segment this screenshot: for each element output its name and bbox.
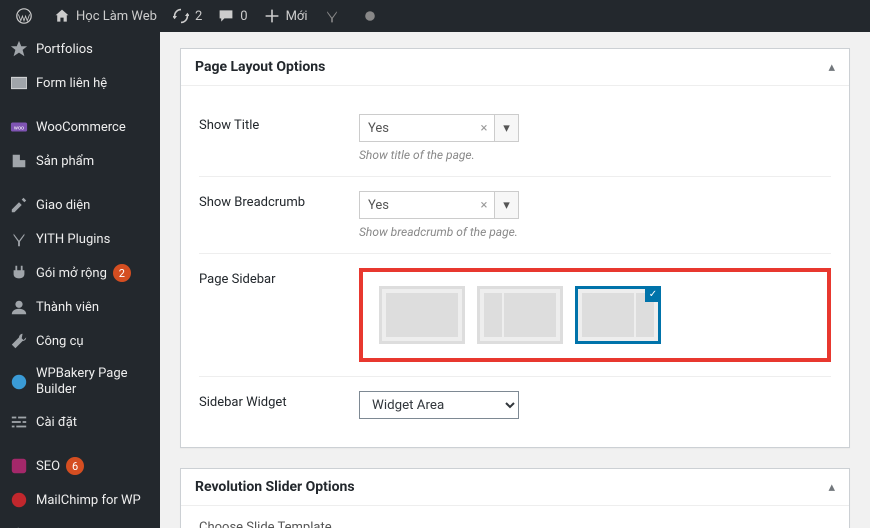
wpb-icon [10,373,28,391]
tools-icon [10,332,28,350]
check-icon: ✓ [645,286,661,302]
clear-icon[interactable]: × [474,115,494,141]
sidebar-item-plugins[interactable]: Gói mở rộng2 [0,256,160,290]
panel-title: Page Layout Options [195,59,325,75]
yoast-icon[interactable] [316,0,354,32]
field-label: Page Sidebar [199,268,359,287]
updates[interactable]: 2 [165,0,210,32]
layout-left-sidebar[interactable] [477,286,563,344]
sidebar-item-woo[interactable]: wooWooCommerce [0,110,160,144]
sidebar-item-settings[interactable]: Cài đặt [0,405,160,439]
comments[interactable]: 0 [210,0,255,32]
sidebar-item-seo[interactable]: SEO6 [0,449,160,483]
woo-icon: woo [10,118,28,136]
settings-icon [10,413,28,431]
field-label: Choose Slide Template [199,520,831,528]
appearance-icon [10,196,28,214]
sidebar-item-portfolios[interactable]: Portfolios [0,32,160,66]
layout-options-highlight: ✓ [359,268,831,362]
svg-text:woo: woo [14,126,24,132]
new[interactable]: Mới [256,0,316,32]
show-breadcrumb-select[interactable]: Yes × ▾ [359,191,519,219]
field-desc: Show breadcrumb of the page. [359,225,831,239]
sidebar-item-appearance[interactable]: Giao diện [0,188,160,222]
chevron-down-icon: ▾ [494,192,518,218]
sidebar-item-yith[interactable]: YITH Plugins [0,222,160,256]
panel-title: Revolution Slider Options [195,479,355,495]
panel-revolution-slider: Revolution Slider Options ▴ Choose Slide… [180,468,850,528]
layout-right-sidebar[interactable]: ✓ [575,286,661,344]
panel-header[interactable]: Revolution Slider Options ▴ [181,469,849,506]
yith-icon [10,230,28,248]
product-icon [10,152,28,170]
circle-icon[interactable] [354,0,392,32]
sidebar-item-tools[interactable]: Công cụ [0,324,160,358]
panel-header[interactable]: Page Layout Options ▴ [181,49,849,86]
field-label: Show Breadcrumb [199,191,359,210]
users-icon [10,298,28,316]
site-name[interactable]: Học Làm Web [46,0,165,32]
show-title-select[interactable]: Yes × ▾ [359,114,519,142]
sidebar-widget-select[interactable]: Widget Area [359,391,519,419]
chevron-down-icon: ▾ [494,115,518,141]
mc-icon [10,491,28,509]
sidebar-item-wpbakery[interactable]: WPBakery Page Builder [0,358,160,405]
collapse-icon: ▴ [828,60,835,75]
plugin-icon [10,264,28,282]
sidebar-item-users[interactable]: Thành viên [0,290,160,324]
clear-icon[interactable]: × [474,192,494,218]
wp-logo[interactable] [8,0,46,32]
star-icon [10,40,28,58]
panel-page-layout: Page Layout Options ▴ Show Title Yes × ▾… [180,48,850,448]
field-label: Sidebar Widget [199,391,359,410]
sidebar-item-slider[interactable]: Slider Revolution [0,517,160,528]
seo-icon [10,457,28,475]
sidebar-item-products[interactable]: Sản phẩm [0,144,160,178]
sidebar-item-mailchimp[interactable]: MailChimp for WP [0,483,160,517]
layout-no-sidebar[interactable] [379,286,465,344]
badge: 6 [66,457,84,475]
field-desc: Show title of the page. [359,148,831,162]
field-label: Show Title [199,114,359,133]
sidebar-item-form[interactable]: Form liên hệ [0,66,160,100]
badge: 2 [113,264,131,282]
collapse-icon: ▴ [828,480,835,495]
mail-icon [10,74,28,92]
admin-sidebar: Portfolios Form liên hệ wooWooCommerce S… [0,32,160,528]
